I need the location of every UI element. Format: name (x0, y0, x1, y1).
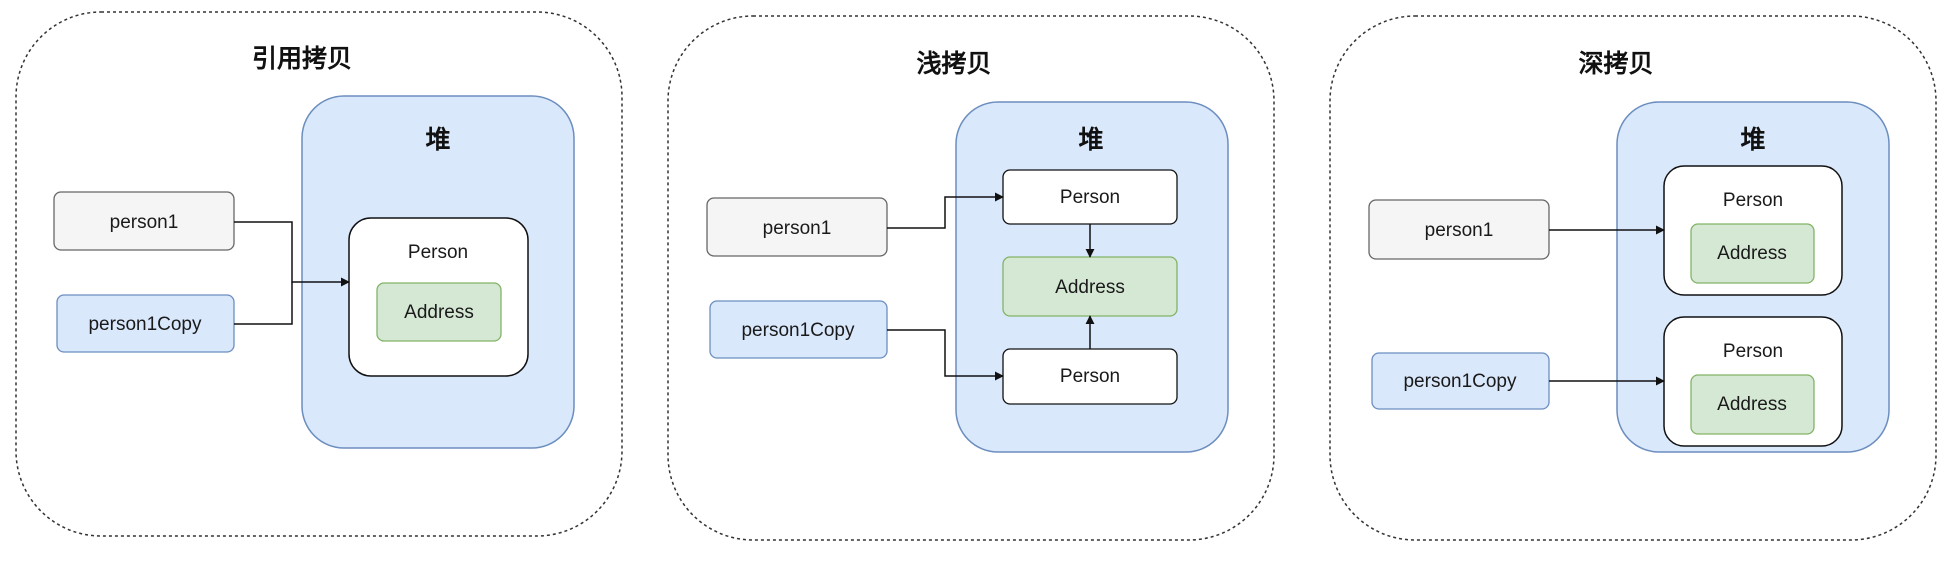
arrow-person1copy-to-person (234, 282, 293, 325)
variable-person1copy-label: person1Copy (88, 314, 202, 335)
address-object-label: Address (404, 302, 474, 323)
person-object-top-label: Person (1060, 187, 1120, 208)
panel-title: 深拷贝 (1578, 49, 1653, 78)
panel-title: 引用拷贝 (252, 44, 352, 73)
person-object-bottom-label: Person (1723, 341, 1783, 362)
variable-person1copy-label: person1Copy (741, 320, 855, 341)
panel-reference-copy: 引用拷贝 堆 person1 person1Copy Person Addres… (15, 11, 623, 537)
variable-person1-label: person1 (1425, 220, 1494, 241)
address-object-top-label: Address (1717, 243, 1787, 264)
person-object-top-label: Person (1723, 190, 1783, 211)
copy-diagram: 引用拷贝 堆 person1 person1Copy Person Addres… (15, 11, 1937, 541)
heap-label: 堆 (1740, 125, 1765, 154)
variable-person1-label: person1 (110, 212, 179, 233)
address-object-bottom-label: Address (1717, 394, 1787, 415)
heap-label: 堆 (1078, 125, 1103, 154)
heap-label: 堆 (425, 125, 450, 154)
panel-title: 浅拷贝 (916, 49, 991, 78)
person-object-label: Person (408, 242, 468, 263)
panel-deep-copy: 深拷贝 堆 person1 person1Copy Person Address… (1329, 15, 1937, 541)
variable-person1copy-label: person1Copy (1403, 371, 1517, 392)
variable-person1-label: person1 (763, 218, 832, 239)
person-object-bottom-label: Person (1060, 366, 1120, 387)
address-object-label: Address (1055, 277, 1125, 298)
panel-shallow-copy: 浅拷贝 堆 person1 person1Copy Person Address… (667, 15, 1275, 541)
